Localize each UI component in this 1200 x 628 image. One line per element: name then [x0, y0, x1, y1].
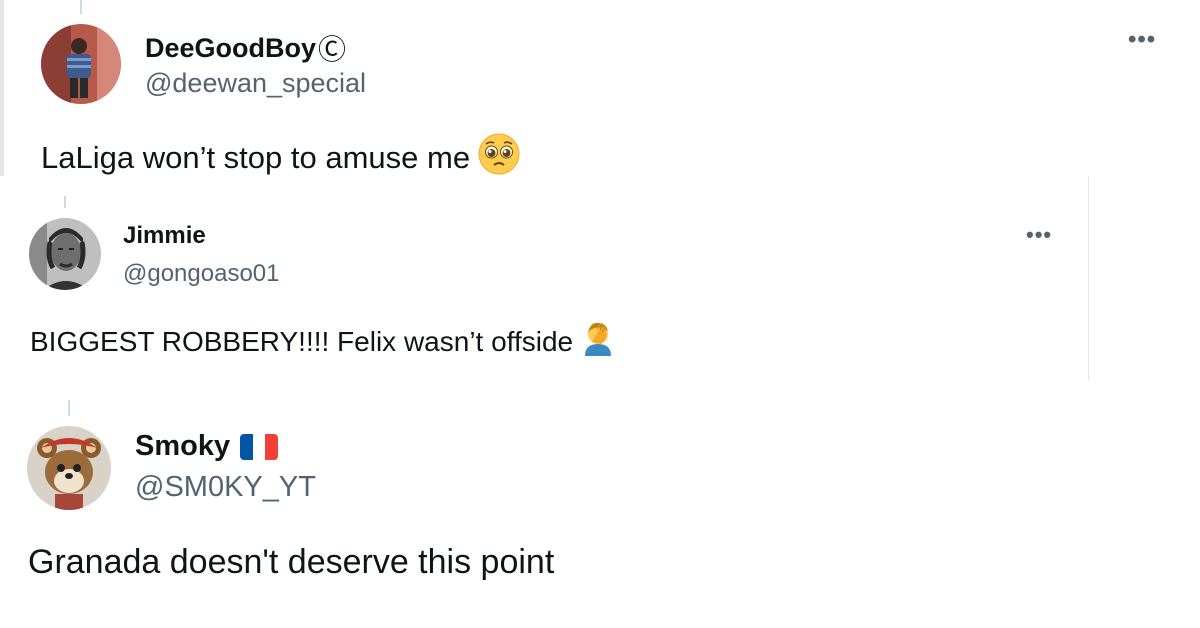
display-name[interactable]: Smoky — [135, 430, 279, 463]
user-handle[interactable]: @gongoaso01 — [123, 260, 280, 288]
tweet-text: BIGGEST ROBBERY!!!! Felix wasn’t offside — [30, 320, 615, 363]
copyright-symbol: Ⓒ — [318, 34, 347, 65]
france-flag-icon — [240, 433, 279, 460]
thread-line — [68, 400, 70, 416]
thread-line — [64, 196, 66, 208]
display-name[interactable]: Jimmie — [123, 222, 206, 250]
display-name-text: DeeGoodBoy — [145, 32, 317, 63]
more-options-icon[interactable]: ••• — [1128, 26, 1156, 54]
screenshot-edge — [0, 0, 4, 176]
display-name[interactable]: DeeGoodBoy Ⓒ — [145, 28, 346, 68]
user-handle[interactable]: @deewan_special — [145, 68, 366, 99]
tweet-jimmie[interactable]: Jimmie @gongoaso01 ••• BIGGEST ROBBERY!!… — [0, 176, 1089, 380]
thread-line — [80, 0, 82, 14]
avatar[interactable] — [29, 218, 101, 290]
tweet-text-content: BIGGEST ROBBERY!!!! Felix wasn’t offside — [30, 325, 574, 357]
tweet-text: Granada doesn't deserve this point — [28, 543, 554, 582]
tweet-deegoodboy[interactable]: DeeGoodBoy Ⓒ @deewan_special ••• LaLiga … — [0, 0, 1200, 176]
tweet-text-content: LaLiga won’t stop to amuse me — [41, 140, 471, 175]
avatar[interactable] — [41, 24, 121, 104]
more-options-icon[interactable]: ••• — [1026, 222, 1052, 248]
avatar[interactable] — [27, 426, 111, 510]
tweet-smoky[interactable]: Smoky @SM0KY_YT Granada doesn't deserve … — [0, 380, 1200, 628]
tweet-collage: DeeGoodBoy Ⓒ @deewan_special ••• LaLiga … — [0, 0, 1200, 628]
tweet-text-content: Granada doesn't deserve this point — [28, 543, 555, 581]
face-palm-icon — [581, 320, 615, 363]
display-name-text: Smoky — [135, 430, 231, 462]
user-handle[interactable]: @SM0KY_YT — [135, 471, 316, 504]
